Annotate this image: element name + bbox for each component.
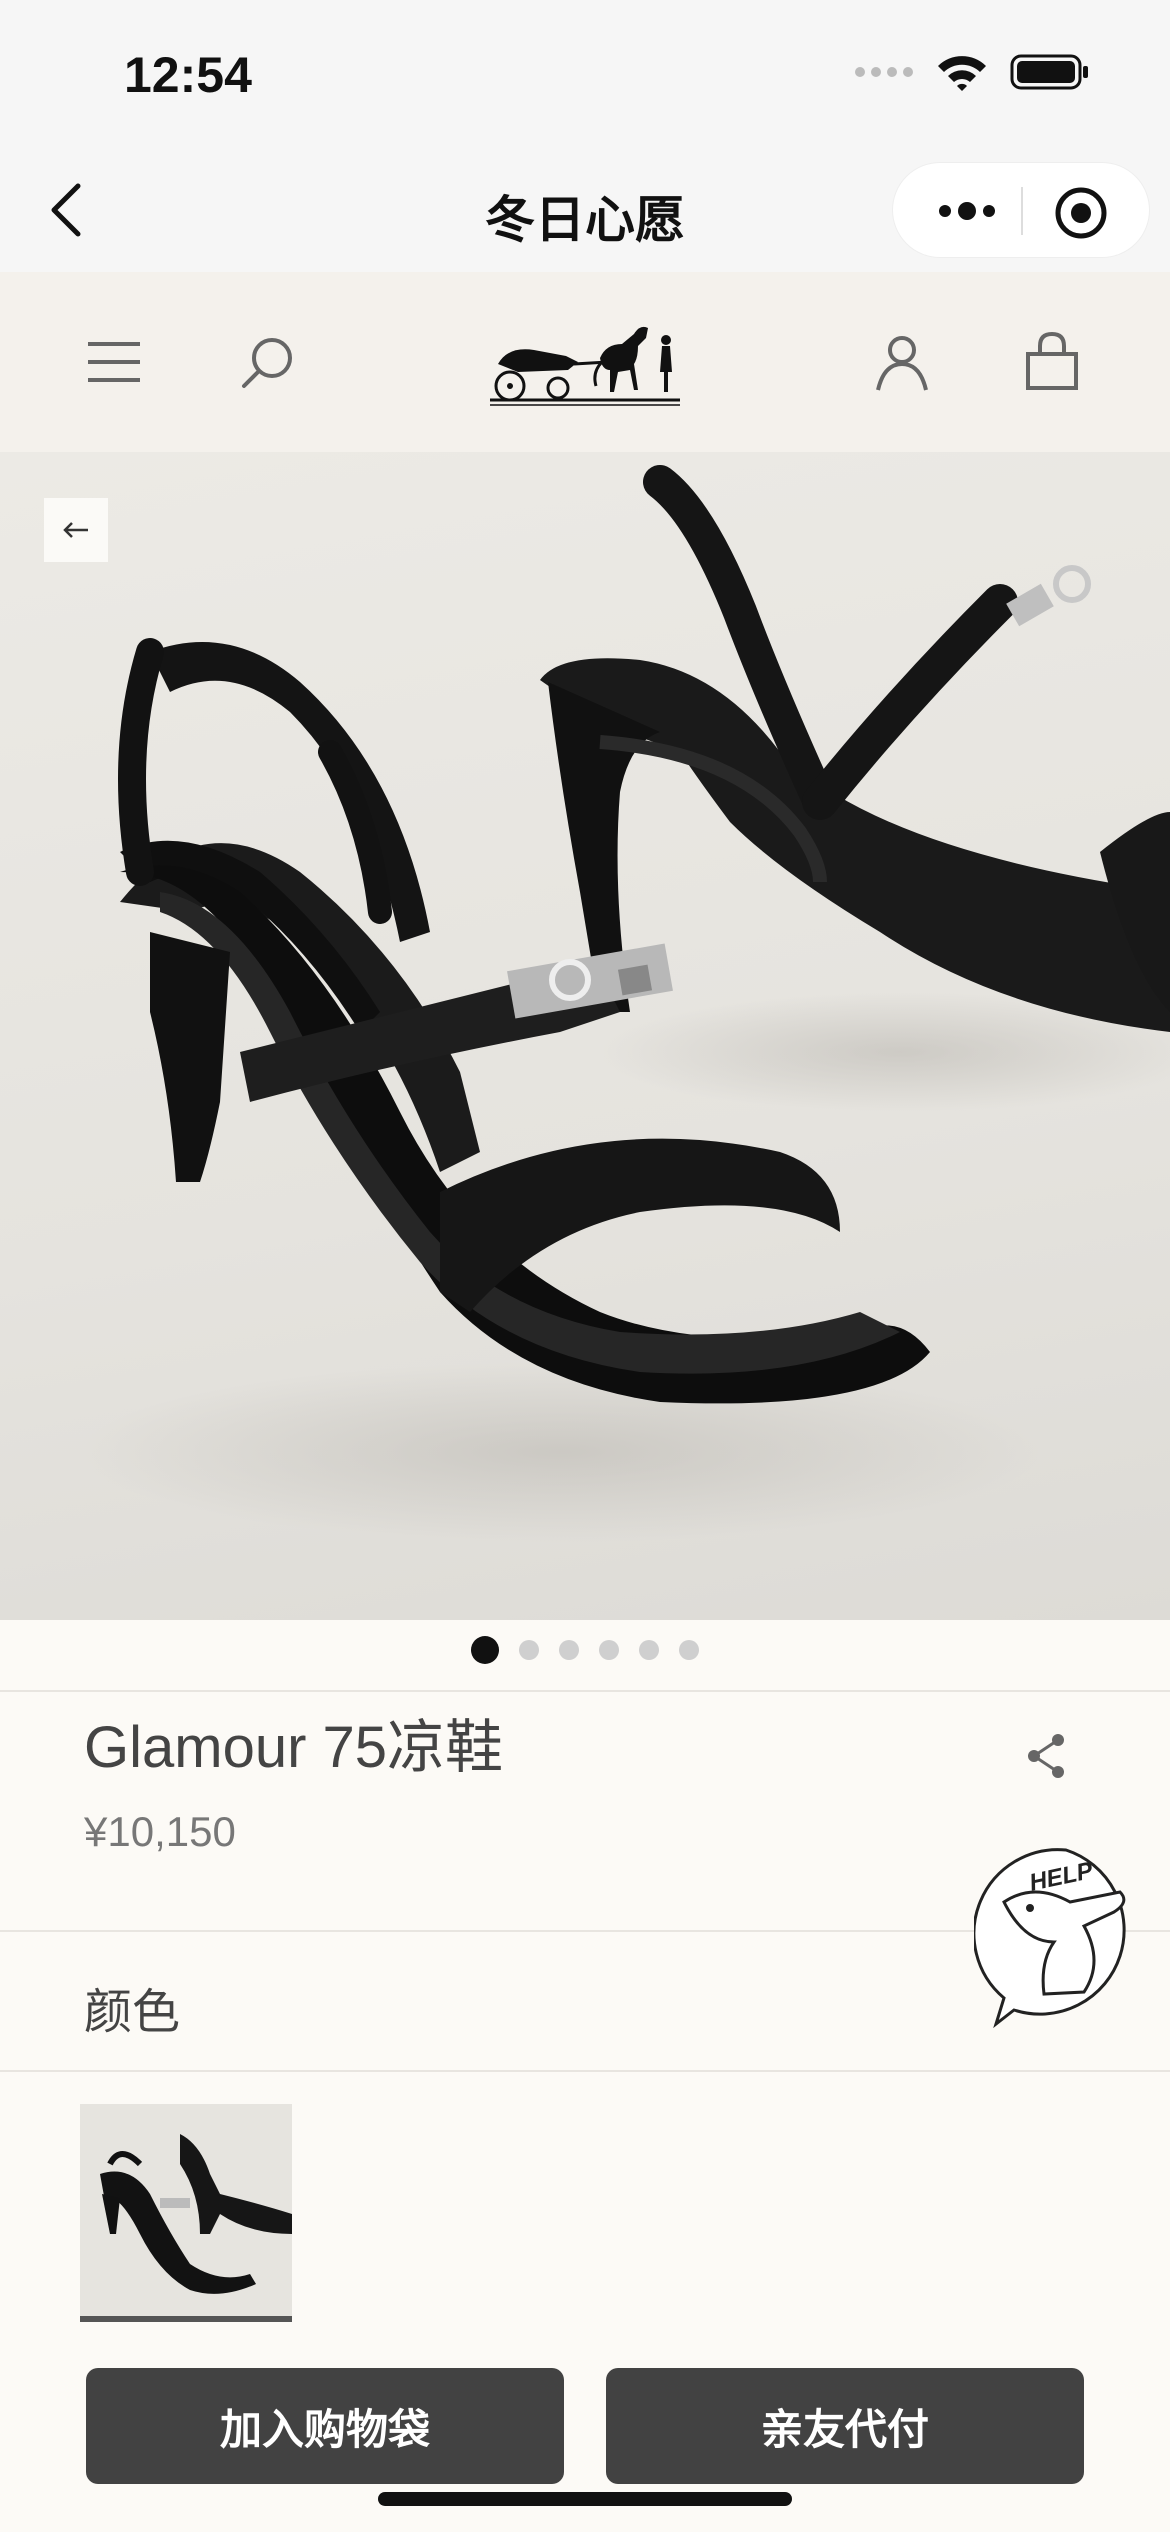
color-swatch-black[interactable] xyxy=(80,2104,292,2324)
home-indicator xyxy=(378,2492,792,2506)
status-icons xyxy=(854,52,1090,92)
close-target-icon[interactable] xyxy=(1053,185,1109,241)
carousel-dot[interactable] xyxy=(519,1640,539,1660)
product-title: Glamour 75凉鞋 xyxy=(84,1715,504,1780)
add-to-cart-button[interactable]: 加入购物袋 xyxy=(86,2368,564,2484)
menu-icon[interactable] xyxy=(82,330,146,394)
share-icon[interactable] xyxy=(1020,1730,1072,1782)
carousel-dot-active[interactable] xyxy=(471,1636,499,1664)
product-price: ¥10,150 xyxy=(84,1808,236,1855)
carousel-dots xyxy=(0,1636,1170,1664)
battery-icon xyxy=(1010,54,1088,90)
signal-icon xyxy=(855,67,913,77)
product-photo xyxy=(80,465,1170,1542)
carousel-dot[interactable] xyxy=(599,1640,619,1660)
carousel-dot[interactable] xyxy=(559,1640,579,1660)
color-swatch-thumbnail xyxy=(100,2134,292,2294)
wifi-icon xyxy=(938,56,986,91)
product-image-carousel[interactable] xyxy=(0,452,1170,1620)
friend-pay-button[interactable]: 亲友代付 xyxy=(606,2368,1084,2484)
site-header xyxy=(0,272,1170,452)
more-icon[interactable] xyxy=(935,191,999,231)
miniprogram-capsule xyxy=(892,162,1150,258)
status-bar: 12:54 xyxy=(0,0,1170,150)
capsule-divider xyxy=(1021,187,1023,235)
divider xyxy=(0,2070,1170,2072)
gallery-back-button[interactable] xyxy=(44,498,108,562)
color-section-label: 颜色 xyxy=(84,1986,181,2039)
brand-logo[interactable] xyxy=(488,310,682,410)
arrow-left-icon xyxy=(63,522,88,538)
status-time: 12:54 xyxy=(124,47,252,103)
carousel-dot[interactable] xyxy=(679,1640,699,1660)
nav-bar: 冬日心愿 xyxy=(0,150,1170,272)
divider xyxy=(0,1690,1170,1692)
help-chat-icon[interactable]: HELP xyxy=(974,1842,1158,2032)
search-icon[interactable] xyxy=(236,330,300,394)
carousel-dot[interactable] xyxy=(639,1640,659,1660)
account-icon[interactable] xyxy=(870,330,934,394)
shopping-bag-icon[interactable] xyxy=(1020,330,1084,394)
